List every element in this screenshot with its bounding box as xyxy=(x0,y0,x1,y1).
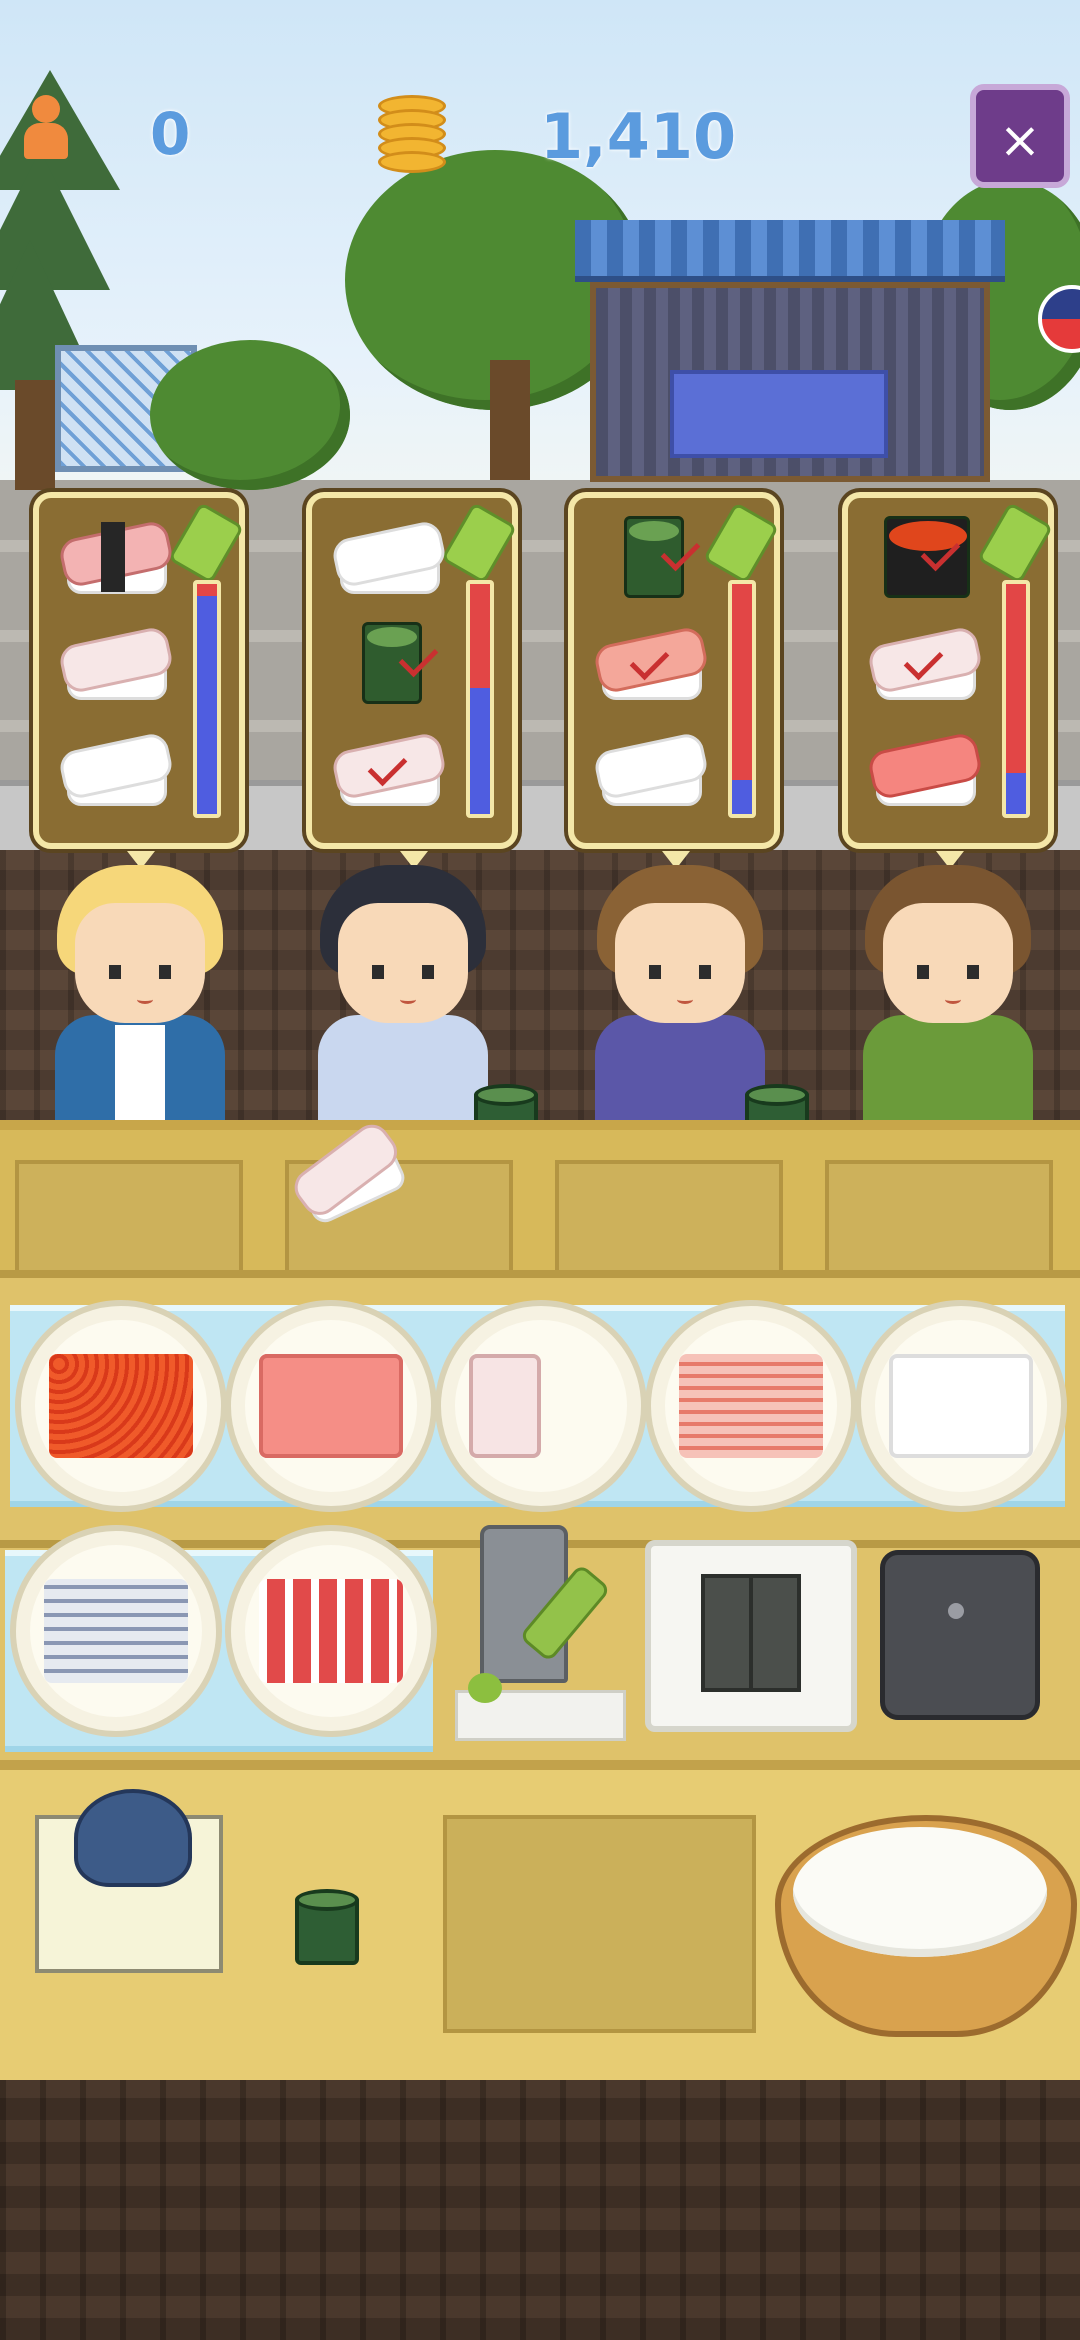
order-item-tuna-nigiri xyxy=(57,512,175,598)
plate-red-clam[interactable] xyxy=(225,1525,437,1737)
order-item-fish-nigiri-done xyxy=(330,724,448,810)
tree-trunk xyxy=(15,380,55,490)
rice-tub[interactable] xyxy=(775,1815,1077,2037)
counter-seat-1[interactable] xyxy=(15,1160,243,1288)
patience-meter xyxy=(466,580,494,818)
close-icon: × xyxy=(999,111,1041,169)
patience-meter xyxy=(728,580,756,818)
plate-salmon-roe[interactable] xyxy=(15,1300,227,1512)
tea-cup-supply[interactable] xyxy=(295,1889,359,1965)
person-icon xyxy=(20,95,70,165)
order-panel-2 xyxy=(306,492,518,869)
grated-wasabi-tray[interactable] xyxy=(455,1673,626,1741)
soy-sauce-tray[interactable] xyxy=(35,1789,223,1973)
bush xyxy=(150,340,350,490)
order-item-squid-nigiri xyxy=(330,512,448,598)
floor xyxy=(0,2080,1080,2340)
wasabi-icon xyxy=(702,501,780,585)
close-button[interactable]: × xyxy=(970,84,1070,188)
order-item-fish-nigiri xyxy=(57,618,175,704)
order-item-gunkan-done xyxy=(596,512,706,598)
patience-meter xyxy=(1002,580,1030,818)
wasabi-icon xyxy=(440,501,518,585)
order-item-salmon-roe-gunkan-done xyxy=(870,512,980,598)
order-panel-3 xyxy=(568,492,780,869)
patience-meter xyxy=(193,580,221,818)
plate-squid[interactable] xyxy=(855,1300,1067,1512)
customers-served-count: 0 xyxy=(150,100,191,168)
order-panel-4 xyxy=(842,492,1054,869)
counter-seat-3[interactable] xyxy=(555,1160,783,1288)
counter-seat-4[interactable] xyxy=(825,1160,1053,1288)
wasabi-icon xyxy=(976,501,1054,585)
order-item-squid-nigiri xyxy=(57,724,175,810)
sushi-counter xyxy=(0,1120,1080,1288)
customer-2 xyxy=(308,865,498,1130)
order-item-shrimp-nigiri-done xyxy=(592,618,710,704)
bus-shelter-roof xyxy=(575,220,1005,282)
plate-mackerel[interactable] xyxy=(10,1525,222,1737)
coin-stack-icon xyxy=(378,95,446,173)
order-item-tuna-nigiri xyxy=(866,724,984,810)
soy-sauce-pot xyxy=(74,1789,192,1887)
order-item-squid-nigiri xyxy=(592,724,710,810)
nori-cabinet[interactable] xyxy=(645,1540,857,1732)
bench xyxy=(670,370,888,458)
plate-tuna[interactable] xyxy=(225,1300,437,1512)
order-item-fish-nigiri-done xyxy=(866,618,984,704)
order-item-gunkan xyxy=(334,618,444,704)
cutting-board[interactable] xyxy=(443,1815,756,2033)
plate-shrimp[interactable] xyxy=(645,1300,857,1512)
plate-sea-bream[interactable] xyxy=(435,1300,647,1512)
customer-4 xyxy=(853,865,1043,1130)
rice-cooker[interactable] xyxy=(880,1550,1040,1720)
customer-1 xyxy=(45,865,235,1130)
order-panel-1 xyxy=(33,492,245,869)
coin-balance: 1,410 xyxy=(540,100,737,173)
wasabi-icon xyxy=(167,501,245,585)
